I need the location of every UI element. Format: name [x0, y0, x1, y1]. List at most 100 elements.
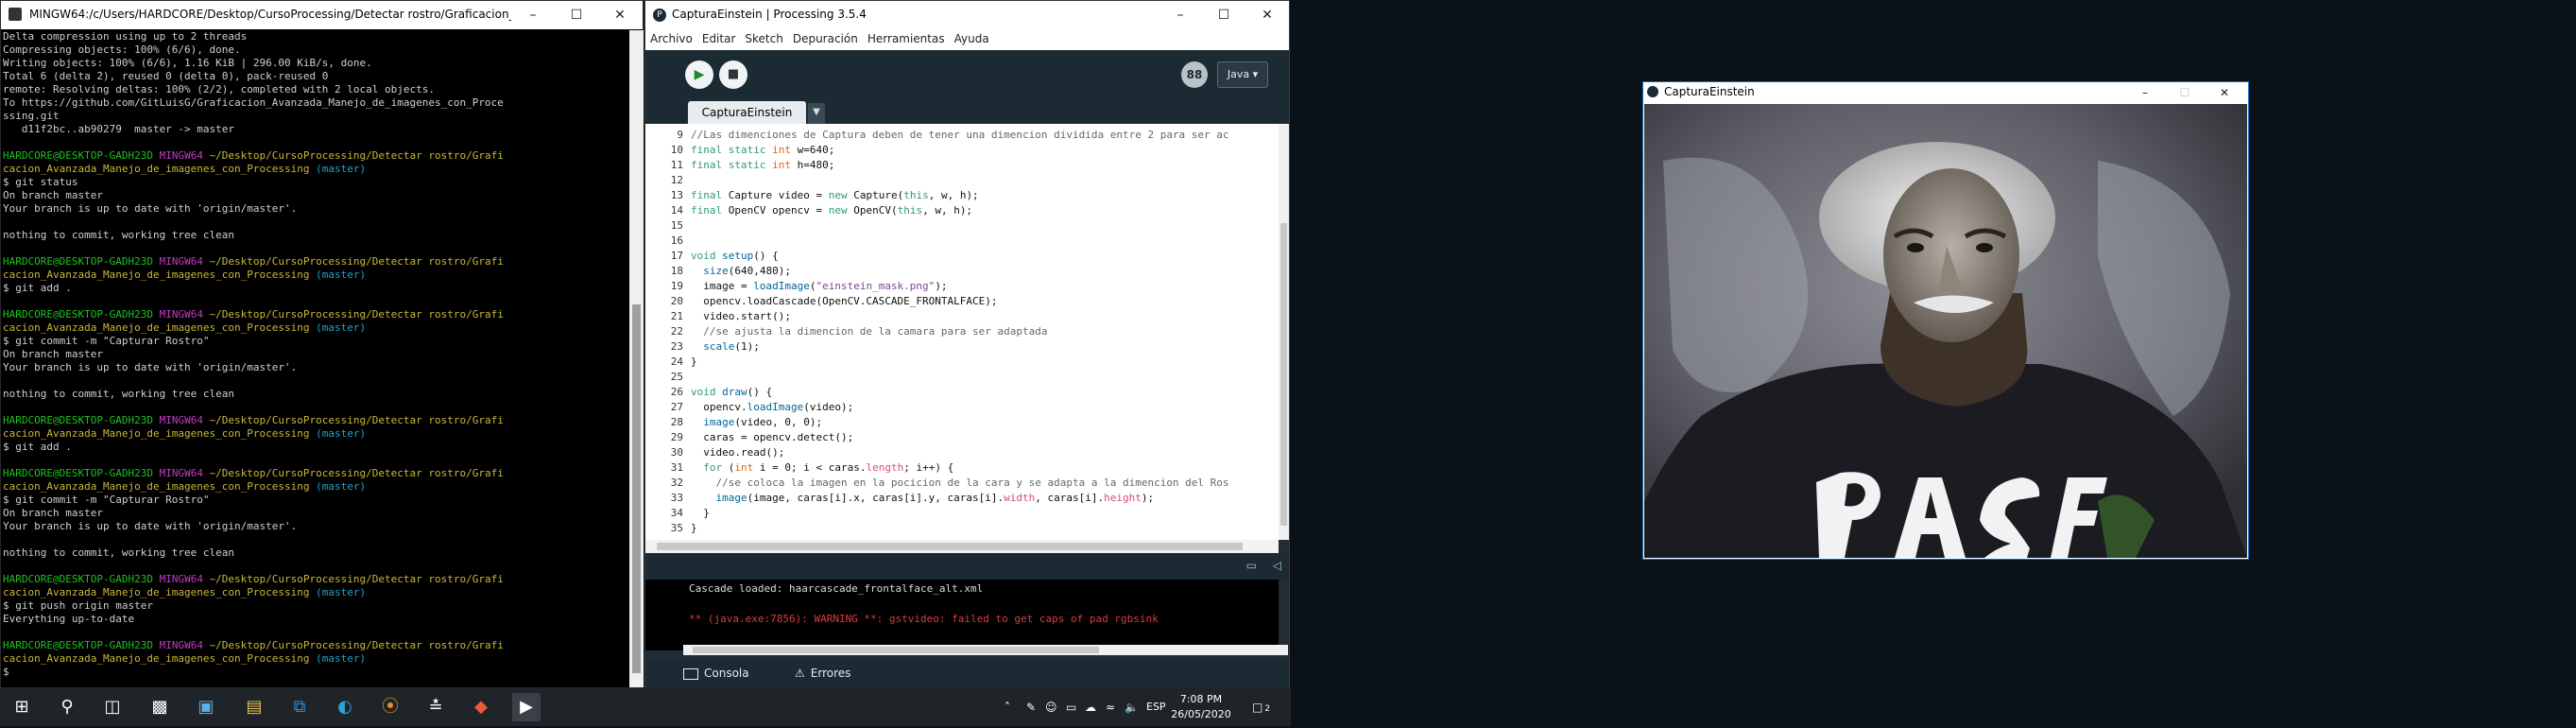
- control-panel-icon[interactable]: ▣: [192, 693, 220, 721]
- video-feed: [1644, 104, 2247, 558]
- terminal-line: cacion_Avanzada_Manejo_de_imagenes_con_P…: [3, 652, 367, 665]
- code-line: final static int w=640;: [691, 144, 835, 156]
- tab-menu-button[interactable]: ▼: [808, 103, 825, 124]
- line-number: 22: [670, 325, 683, 338]
- maximize-icon[interactable]: ☐: [2163, 82, 2207, 103]
- close-icon[interactable]: ✕: [598, 1, 642, 29]
- wifi-icon[interactable]: ≈: [1106, 688, 1115, 726]
- mode-selector[interactable]: Java ▾: [1217, 61, 1268, 88]
- processing-logo-icon: [1647, 86, 1658, 97]
- people-icon[interactable]: ☺: [1045, 688, 1057, 726]
- terminal-titlebar[interactable]: MINGW64:/c/Users/HARDCORE/Desktop/CursoP…: [1, 1, 643, 29]
- minimize-icon[interactable]: –: [511, 1, 555, 29]
- capture-title: CapturaEinstein: [1664, 85, 1755, 98]
- code-line: void draw() {: [691, 386, 773, 398]
- stop-button[interactable]: ■: [719, 61, 747, 89]
- debug-mode-button[interactable]: 88: [1181, 61, 1208, 88]
- ide-title: CapturaEinstein | Processing 3.5.4: [672, 8, 867, 21]
- capture-titlebar[interactable]: CapturaEinstein – ☐ ✕: [1643, 82, 2248, 103]
- language-indicator[interactable]: ESP: [1146, 688, 1166, 726]
- task-view-icon[interactable]: ◫: [98, 693, 127, 721]
- menu-herramientas[interactable]: Herramientas: [863, 29, 950, 45]
- code-text[interactable]: //Las dimenciones de Captura deben de te…: [691, 124, 1267, 540]
- minimize-icon[interactable]: –: [2123, 82, 2167, 103]
- notification-icon[interactable]: □ 2: [1252, 688, 1270, 726]
- console-tab[interactable]: Consola: [683, 664, 749, 683]
- ide-titlebar[interactable]: P CapturaEinstein | Processing 3.5.4 – ☐…: [645, 1, 1289, 29]
- console-tab-label: Consola: [704, 667, 749, 680]
- code-line: opencv.loadCascade(OpenCV.CASCADE_FRONTA…: [691, 295, 998, 307]
- menu-sketch[interactable]: Sketch: [740, 29, 787, 45]
- collapse-icon[interactable]: ◁: [1273, 559, 1281, 572]
- minimize-icon[interactable]: –: [1159, 1, 1202, 29]
- stop-icon: ■: [727, 67, 740, 81]
- scrollbar-thumb[interactable]: [693, 647, 1099, 653]
- line-number: 28: [670, 416, 683, 428]
- terminal-line: Delta compression using up to 2 threads: [3, 30, 248, 43]
- code-editor[interactable]: 9 10 11 12 13 14 15 16 17 18 19 20 21 22 23 24 25 26 27 28 2…: [645, 124, 1279, 540]
- close-icon[interactable]: ✕: [2203, 82, 2246, 103]
- pen-icon[interactable]: ✎: [1026, 688, 1036, 726]
- processing-ide-window[interactable]: P CapturaEinstein | Processing 3.5.4 – ☐…: [644, 0, 1290, 688]
- clock[interactable]: 7:08 PM 26/05/2020: [1168, 692, 1234, 722]
- git-bash-icon[interactable]: ▩: [146, 693, 174, 721]
- terminal-scrollbar[interactable]: [629, 30, 644, 687]
- errors-tab-label: Errores: [810, 667, 851, 680]
- clock-date: 26/05/2020: [1171, 708, 1231, 720]
- taskbar: ⊞ ⚲ ◫ ▩ ▣ ▤ ⧉ ◐ ⦿ ≛ ◆ ▶ ˄ ✎ ☺ ▭ ☁ ≈ 🔈 ES…: [0, 688, 1291, 726]
- sketch-tabs: CapturaEinstein ▼: [645, 99, 1289, 124]
- maximize-icon[interactable]: ☐: [1202, 1, 1245, 29]
- edge-icon[interactable]: ◐: [331, 693, 359, 721]
- run-button[interactable]: ▶: [685, 61, 713, 89]
- windows-start-icon[interactable]: ⊞: [8, 693, 36, 721]
- processing-taskbar-icon[interactable]: ≛: [421, 693, 450, 721]
- menu-archivo[interactable]: Archivo: [645, 29, 697, 45]
- search-icon[interactable]: ⚲: [53, 693, 81, 721]
- scrollbar-thumb[interactable]: [657, 543, 1243, 550]
- menu-ayuda[interactable]: Ayuda: [950, 29, 994, 45]
- cloud-icon[interactable]: ☁: [1085, 688, 1096, 726]
- processing-sketch-icon[interactable]: ▶: [512, 693, 541, 721]
- close-icon[interactable]: ✕: [1245, 1, 1289, 29]
- terminal-output[interactable]: Delta compression using up to 2 threads C…: [3, 30, 627, 687]
- scrollbar-thumb[interactable]: [1280, 223, 1287, 526]
- console-scrollbar[interactable]: [683, 645, 1288, 655]
- terminal-line: $ git push origin master: [3, 599, 153, 612]
- terminal-line: HARDCORE@DESKTOP-GADH23D MINGW64 ~/Deskt…: [3, 639, 504, 651]
- console-divider[interactable]: ▭ ◁: [645, 553, 1289, 580]
- code-line: final OpenCV opencv = new OpenCV(this, w…: [691, 204, 973, 217]
- console-output[interactable]: Cascade loaded: haarcascade_frontalface_…: [645, 580, 1279, 650]
- terminal-window[interactable]: MINGW64:/c/Users/HARDCORE/Desktop/CursoP…: [0, 0, 644, 688]
- menu-editar[interactable]: Editar: [697, 29, 741, 45]
- file-explorer-icon[interactable]: ▤: [240, 693, 268, 721]
- processing-logo-icon: P: [653, 9, 666, 22]
- terminal-icon: [683, 667, 698, 680]
- blender-icon[interactable]: ⦿: [376, 693, 404, 721]
- errors-tab[interactable]: ⚠ Errores: [795, 664, 850, 683]
- line-number: 29: [670, 431, 683, 443]
- line-number: 27: [670, 401, 683, 413]
- capture-window[interactable]: CapturaEinstein – ☐ ✕: [1642, 81, 2249, 560]
- menu-depuracion[interactable]: Depuración: [788, 29, 863, 45]
- maximize-icon[interactable]: ☐: [555, 1, 598, 29]
- volume-icon[interactable]: 🔈: [1125, 688, 1139, 726]
- tab-capturaeinstein[interactable]: CapturaEinstein: [688, 101, 806, 124]
- battery-icon[interactable]: ▭: [1066, 688, 1076, 726]
- terminal-line: nothing to commit, working tree clean: [3, 388, 235, 400]
- scrollbar-thumb[interactable]: [632, 304, 641, 673]
- vscode-icon[interactable]: ⧉: [285, 693, 314, 721]
- line-number: 17: [670, 250, 683, 262]
- line-number-gutter: 9 10 11 12 13 14 15 16 17 18 19 20 21 22 23 24 25 26 27 28 2…: [645, 124, 687, 540]
- warning-icon: ⚠: [795, 667, 805, 680]
- code-line: caras = opencv.detect();: [691, 431, 854, 443]
- git-icon[interactable]: ◆: [467, 693, 495, 721]
- copy-icon[interactable]: ▭: [1246, 559, 1257, 572]
- line-number: 10: [670, 144, 683, 156]
- editor-horizontal-scrollbar[interactable]: [645, 540, 1279, 553]
- show-hidden-icons-icon[interactable]: ˄: [1005, 688, 1010, 726]
- editor-vertical-scrollbar[interactable]: [1279, 124, 1289, 540]
- video-frame: [1644, 104, 2247, 558]
